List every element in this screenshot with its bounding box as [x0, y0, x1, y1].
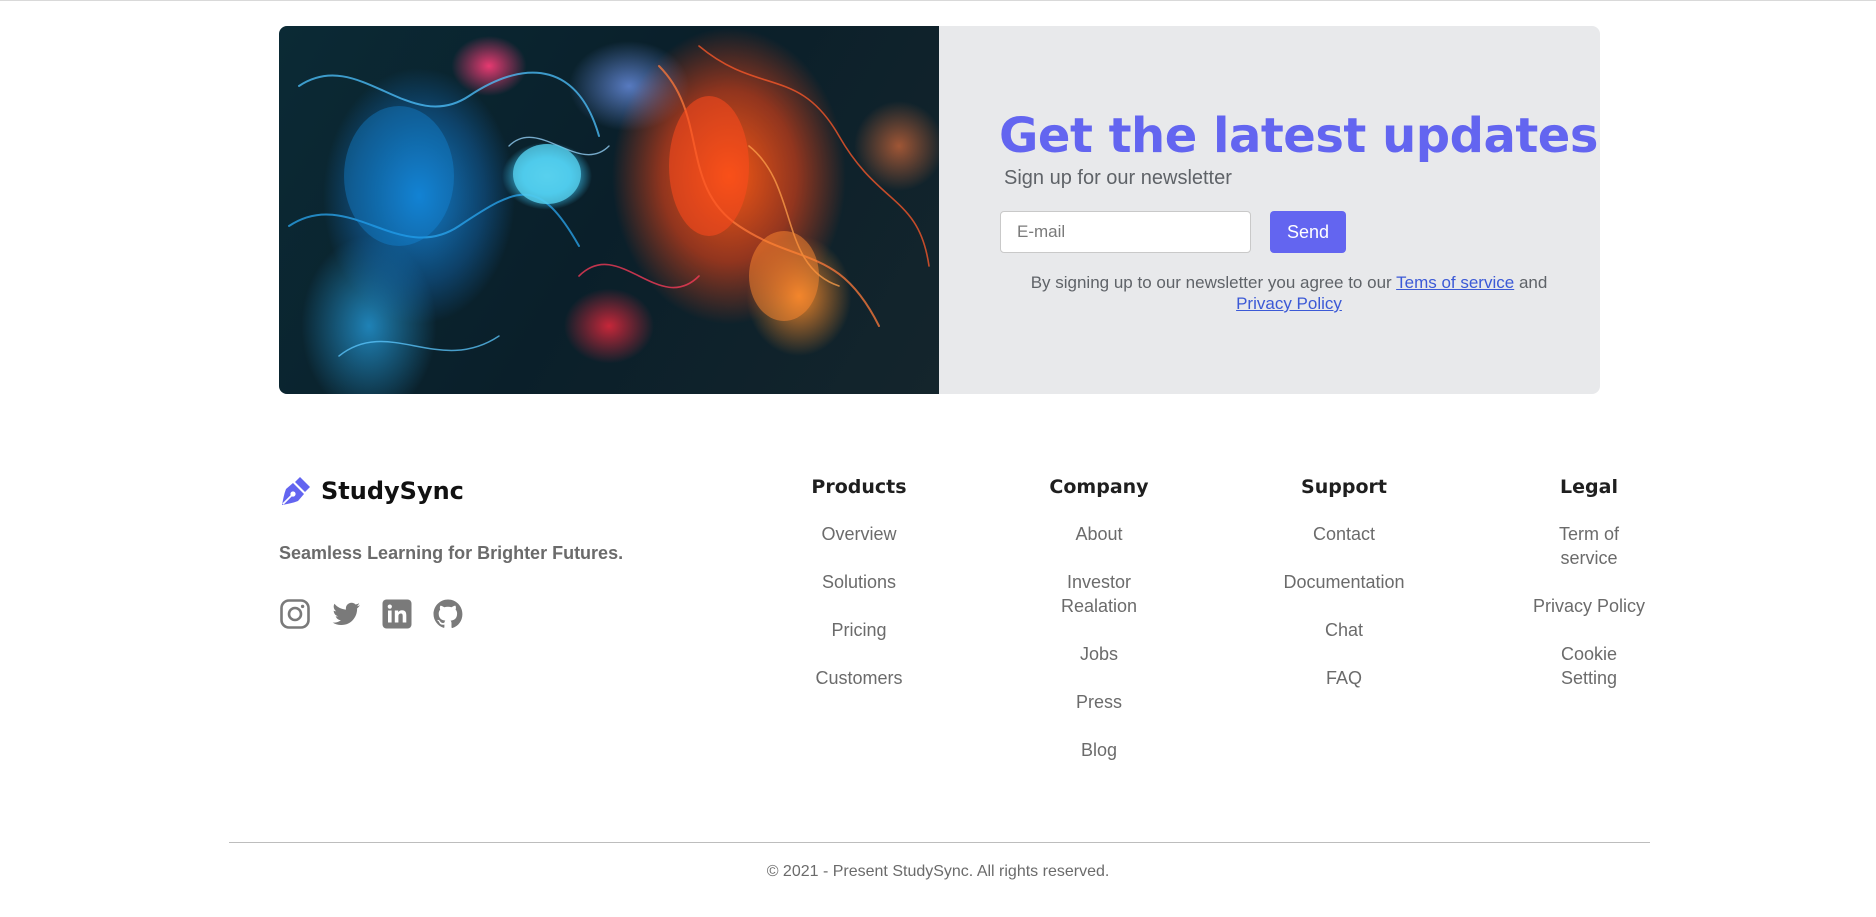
footer-link-customers[interactable]: Customers — [815, 668, 902, 688]
footer-link-contact[interactable]: Contact — [1313, 524, 1375, 544]
copyright-text: © 2021 - Present StudySync. All rights r… — [766, 863, 1110, 880]
footer-divider — [229, 842, 1650, 843]
footer-link-overview[interactable]: Overview — [821, 524, 896, 544]
terms-text: By signing up to our newsletter you agre… — [1030, 273, 1392, 292]
footer-link-faq[interactable]: FAQ — [1326, 668, 1362, 688]
footer-column-products: Products Overview Solutions Pricing Cust… — [769, 474, 949, 714]
footer-link-chat[interactable]: Chat — [1325, 620, 1363, 640]
social-links — [279, 598, 464, 630]
brand-tagline: Seamless Learning for Brighter Futures. — [279, 543, 624, 563]
legal-heading: Legal — [1560, 476, 1618, 498]
twitter-icon — [332, 602, 360, 625]
github-icon — [433, 599, 463, 629]
newsletter-content: Get the latest updates Sign up for our n… — [939, 26, 1600, 394]
privacy-policy-link[interactable]: Privacy Policy — [1236, 294, 1342, 313]
footer-link-jobs[interactable]: Jobs — [1080, 644, 1118, 664]
footer-link-privacy-policy[interactable]: Privacy Policy — [1533, 596, 1645, 616]
footer-link-cookie-setting[interactable]: Cookie Setting — [1561, 644, 1617, 688]
footer-link-pricing[interactable]: Pricing — [831, 620, 886, 640]
brand-name: StudySync — [321, 477, 464, 505]
newsletter-title: Get the latest updates — [999, 108, 1598, 164]
brand-logo[interactable]: StudySync — [279, 474, 464, 508]
products-heading: Products — [811, 476, 907, 498]
linkedin-link[interactable] — [381, 598, 413, 630]
top-border — [0, 0, 1876, 1]
newsletter-card: Get the latest updates Sign up for our n… — [279, 26, 1600, 394]
footer-column-company: Company About Investor Realation Jobs Pr… — [1009, 474, 1189, 786]
instagram-link[interactable] — [279, 598, 311, 630]
footer-column-legal: Legal Term of service Privacy Policy Coo… — [1499, 474, 1679, 714]
newsletter-image — [279, 26, 939, 394]
footer-link-documentation[interactable]: Documentation — [1283, 572, 1404, 592]
github-link[interactable] — [432, 598, 464, 630]
company-heading: Company — [1049, 476, 1149, 498]
email-field[interactable] — [1000, 211, 1251, 253]
linkedin-icon — [382, 599, 412, 629]
send-button[interactable]: Send — [1270, 211, 1346, 253]
footer-link-solutions[interactable]: Solutions — [822, 572, 896, 592]
footer-column-support: Support Contact Documentation Chat FAQ — [1254, 474, 1434, 714]
terms-and-text: and — [1518, 273, 1548, 292]
terms-of-service-link[interactable]: Tems of service — [1396, 273, 1514, 292]
footer-link-investor-relation[interactable]: Investor Realation — [1061, 572, 1137, 616]
pen-nib-icon — [282, 477, 310, 505]
footer-link-about[interactable]: About — [1075, 524, 1122, 544]
support-heading: Support — [1301, 476, 1387, 498]
newsletter-subtitle: Sign up for our newsletter — [1004, 167, 1232, 189]
newsletter-terms: By signing up to our newsletter you agre… — [979, 272, 1599, 314]
instagram-icon — [280, 599, 310, 629]
footer-link-blog[interactable]: Blog — [1081, 740, 1117, 760]
footer-link-terms-of-service[interactable]: Term of service — [1559, 524, 1619, 568]
footer-link-press[interactable]: Press — [1076, 692, 1122, 712]
twitter-link[interactable] — [330, 598, 362, 630]
